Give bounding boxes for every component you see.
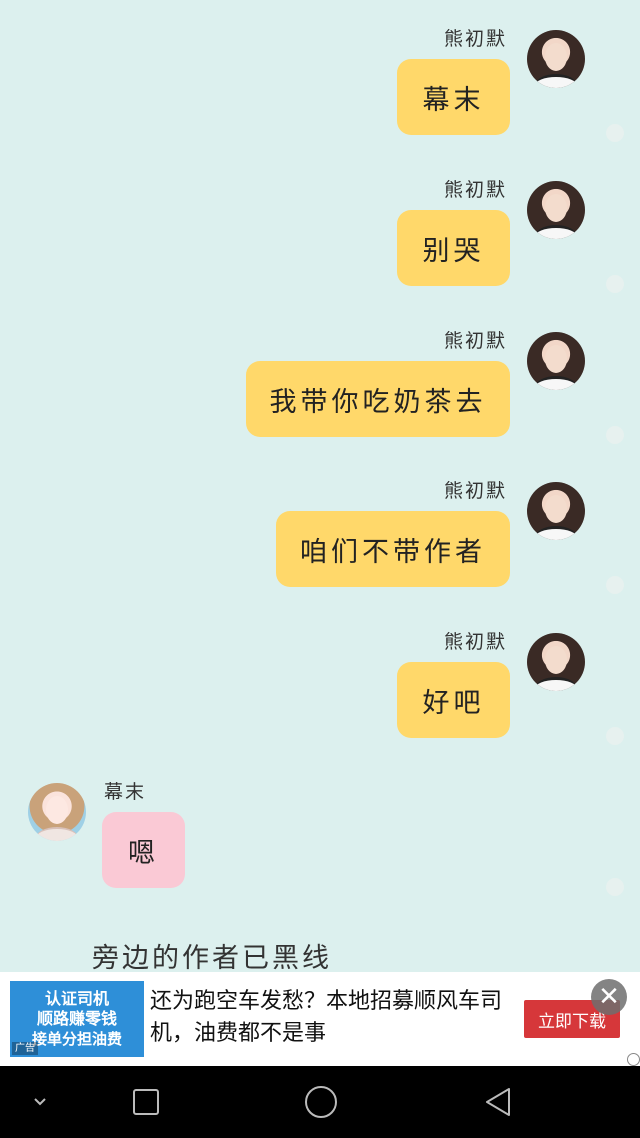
ad-banner[interactable]: 认证司机 顺路赚零钱 接单分担油费 广告 还为跑空车发愁？本地招募顺风车司机，油… xyxy=(0,972,640,1066)
chat-area: 熊初默 幕末 熊初默 别哭 熊初默 我带你吃奶茶去 熊初默 咱们不带作者 熊初默… xyxy=(0,0,640,974)
ad-thumbnail[interactable]: 认证司机 顺路赚零钱 接单分担油费 广告 xyxy=(10,981,144,1057)
message-bubble[interactable]: 嗯 xyxy=(102,812,185,888)
narration-text: 旁边的作者已黑线 xyxy=(92,943,332,974)
sender-name: 熊初默 xyxy=(444,330,508,352)
ad-thumb-line: 接单分担油费 xyxy=(31,1030,122,1048)
avatar[interactable] xyxy=(527,633,585,691)
decoration-dot xyxy=(606,275,624,293)
decoration-dot xyxy=(606,124,624,142)
ad-thumb-line: 顺路赚零钱 xyxy=(36,1009,117,1028)
message-bubble[interactable]: 幕末 xyxy=(397,59,510,135)
square-icon[interactable] xyxy=(116,1066,176,1138)
circle-icon[interactable] xyxy=(291,1066,351,1138)
ad-tag: 广告 xyxy=(12,1042,38,1055)
ad-thumb-line: 认证司机 xyxy=(44,989,109,1008)
avatar[interactable] xyxy=(527,482,585,540)
navigation-bar xyxy=(0,1066,640,1138)
decoration-dot xyxy=(606,426,624,444)
decoration-dot xyxy=(606,727,624,745)
sender-name: 熊初默 xyxy=(444,480,508,502)
avatar[interactable] xyxy=(527,332,585,390)
close-icon[interactable]: ✕ xyxy=(591,979,627,1015)
ad-headline[interactable]: 还为跑空车发愁？本地招募顺风车司机，油费都不是事 xyxy=(150,986,510,1050)
triangle-back-icon[interactable] xyxy=(468,1066,528,1138)
avatar[interactable] xyxy=(527,181,585,239)
message-bubble[interactable]: 好吧 xyxy=(397,662,510,738)
chevron-down-icon[interactable] xyxy=(10,1066,70,1138)
avatar[interactable] xyxy=(527,30,585,88)
message-bubble[interactable]: 咱们不带作者 xyxy=(276,511,510,587)
ad-info-icon[interactable] xyxy=(627,1053,640,1066)
avatar[interactable] xyxy=(28,783,86,841)
sender-name: 熊初默 xyxy=(444,28,508,50)
sender-name: 熊初默 xyxy=(444,631,508,653)
message-bubble[interactable]: 别哭 xyxy=(397,210,510,286)
decoration-dot xyxy=(606,878,624,896)
decoration-dot xyxy=(606,576,624,594)
sender-name: 熊初默 xyxy=(444,179,508,201)
sender-name: 幕末 xyxy=(104,781,147,803)
message-bubble[interactable]: 我带你吃奶茶去 xyxy=(246,361,510,437)
